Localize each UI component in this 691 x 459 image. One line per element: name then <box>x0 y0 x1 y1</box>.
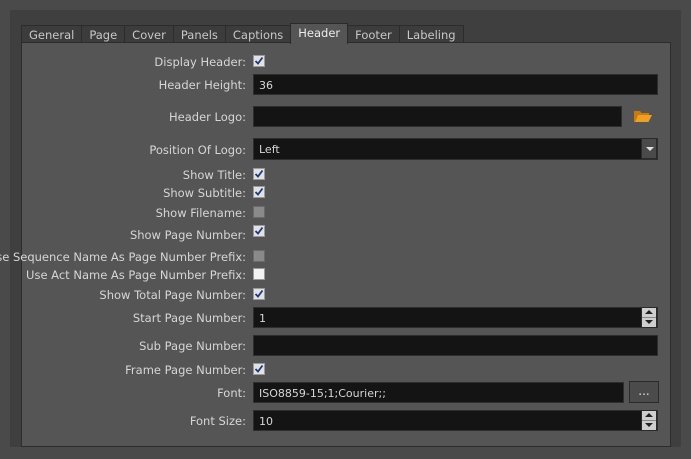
chevron-down-icon[interactable] <box>642 318 656 327</box>
display-header-checkbox[interactable] <box>253 55 265 67</box>
tab-bar: General Page Cover Panels Captions Heade… <box>21 23 464 44</box>
chevron-down-icon[interactable] <box>641 138 657 159</box>
font-browse-button[interactable]: ... <box>629 381 659 403</box>
check-icon <box>254 169 264 178</box>
use-act-name-checkbox[interactable] <box>253 268 265 280</box>
show-total-page-number-label: Show Total Page Number: <box>99 288 246 302</box>
display-header-label: Display Header: <box>154 55 246 69</box>
show-page-number-checkbox[interactable] <box>253 225 265 237</box>
folder-open-icon[interactable] <box>633 108 653 124</box>
header-height-label: Header Height: <box>158 78 246 92</box>
check-icon <box>254 187 264 196</box>
show-filename-checkbox[interactable] <box>253 206 265 218</box>
show-page-number-label: Show Page Number: <box>129 228 246 242</box>
use-sequence-name-checkbox[interactable] <box>253 250 265 262</box>
check-icon <box>254 364 264 373</box>
spin-buttons[interactable] <box>641 410 657 431</box>
font-size-label: Font Size: <box>189 414 246 428</box>
spin-buttons[interactable] <box>641 307 657 328</box>
font-size-spinbox[interactable]: 10 <box>253 410 658 431</box>
use-act-name-label: Use Act Name As Page Number Prefix: <box>26 268 246 282</box>
chevron-up-icon[interactable] <box>642 308 656 318</box>
show-total-page-number-checkbox[interactable] <box>253 288 265 300</box>
position-of-logo-value: Left <box>259 143 280 156</box>
header-logo-label: Header Logo: <box>169 110 246 124</box>
use-sequence-name-label: Use Sequence Name As Page Number Prefix: <box>0 250 246 264</box>
tab-header[interactable]: Header <box>290 23 349 44</box>
show-title-label: Show Title: <box>182 168 246 182</box>
show-title-checkbox[interactable] <box>253 168 265 180</box>
position-of-logo-label: Position Of Logo: <box>149 143 246 157</box>
font-label: Font: <box>217 386 246 400</box>
sub-page-number-label: Sub Page Number: <box>139 339 246 353</box>
check-icon <box>254 289 264 298</box>
position-of-logo-select[interactable]: Left <box>253 138 658 160</box>
start-page-number-label: Start Page Number: <box>132 311 246 325</box>
show-filename-label: Show Filename: <box>155 206 246 220</box>
font-size-value: 10 <box>259 415 273 428</box>
chevron-up-icon[interactable] <box>642 411 656 421</box>
sub-page-number-input[interactable] <box>253 335 658 356</box>
check-icon <box>254 56 264 65</box>
header-height-input[interactable]: 36 <box>253 74 658 95</box>
show-subtitle-label: Show Subtitle: <box>163 186 246 200</box>
font-input[interactable]: ISO8859-15;1;Courier;; <box>253 382 624 403</box>
check-icon <box>254 226 264 235</box>
start-page-number-spinbox[interactable]: 1 <box>253 307 658 328</box>
start-page-number-value: 1 <box>259 312 266 325</box>
frame-page-number-checkbox[interactable] <box>253 363 265 375</box>
header-logo-input[interactable] <box>253 106 622 127</box>
frame-page-number-label: Frame Page Number: <box>125 363 246 377</box>
show-subtitle-checkbox[interactable] <box>253 186 265 198</box>
chevron-down-icon[interactable] <box>642 421 656 430</box>
